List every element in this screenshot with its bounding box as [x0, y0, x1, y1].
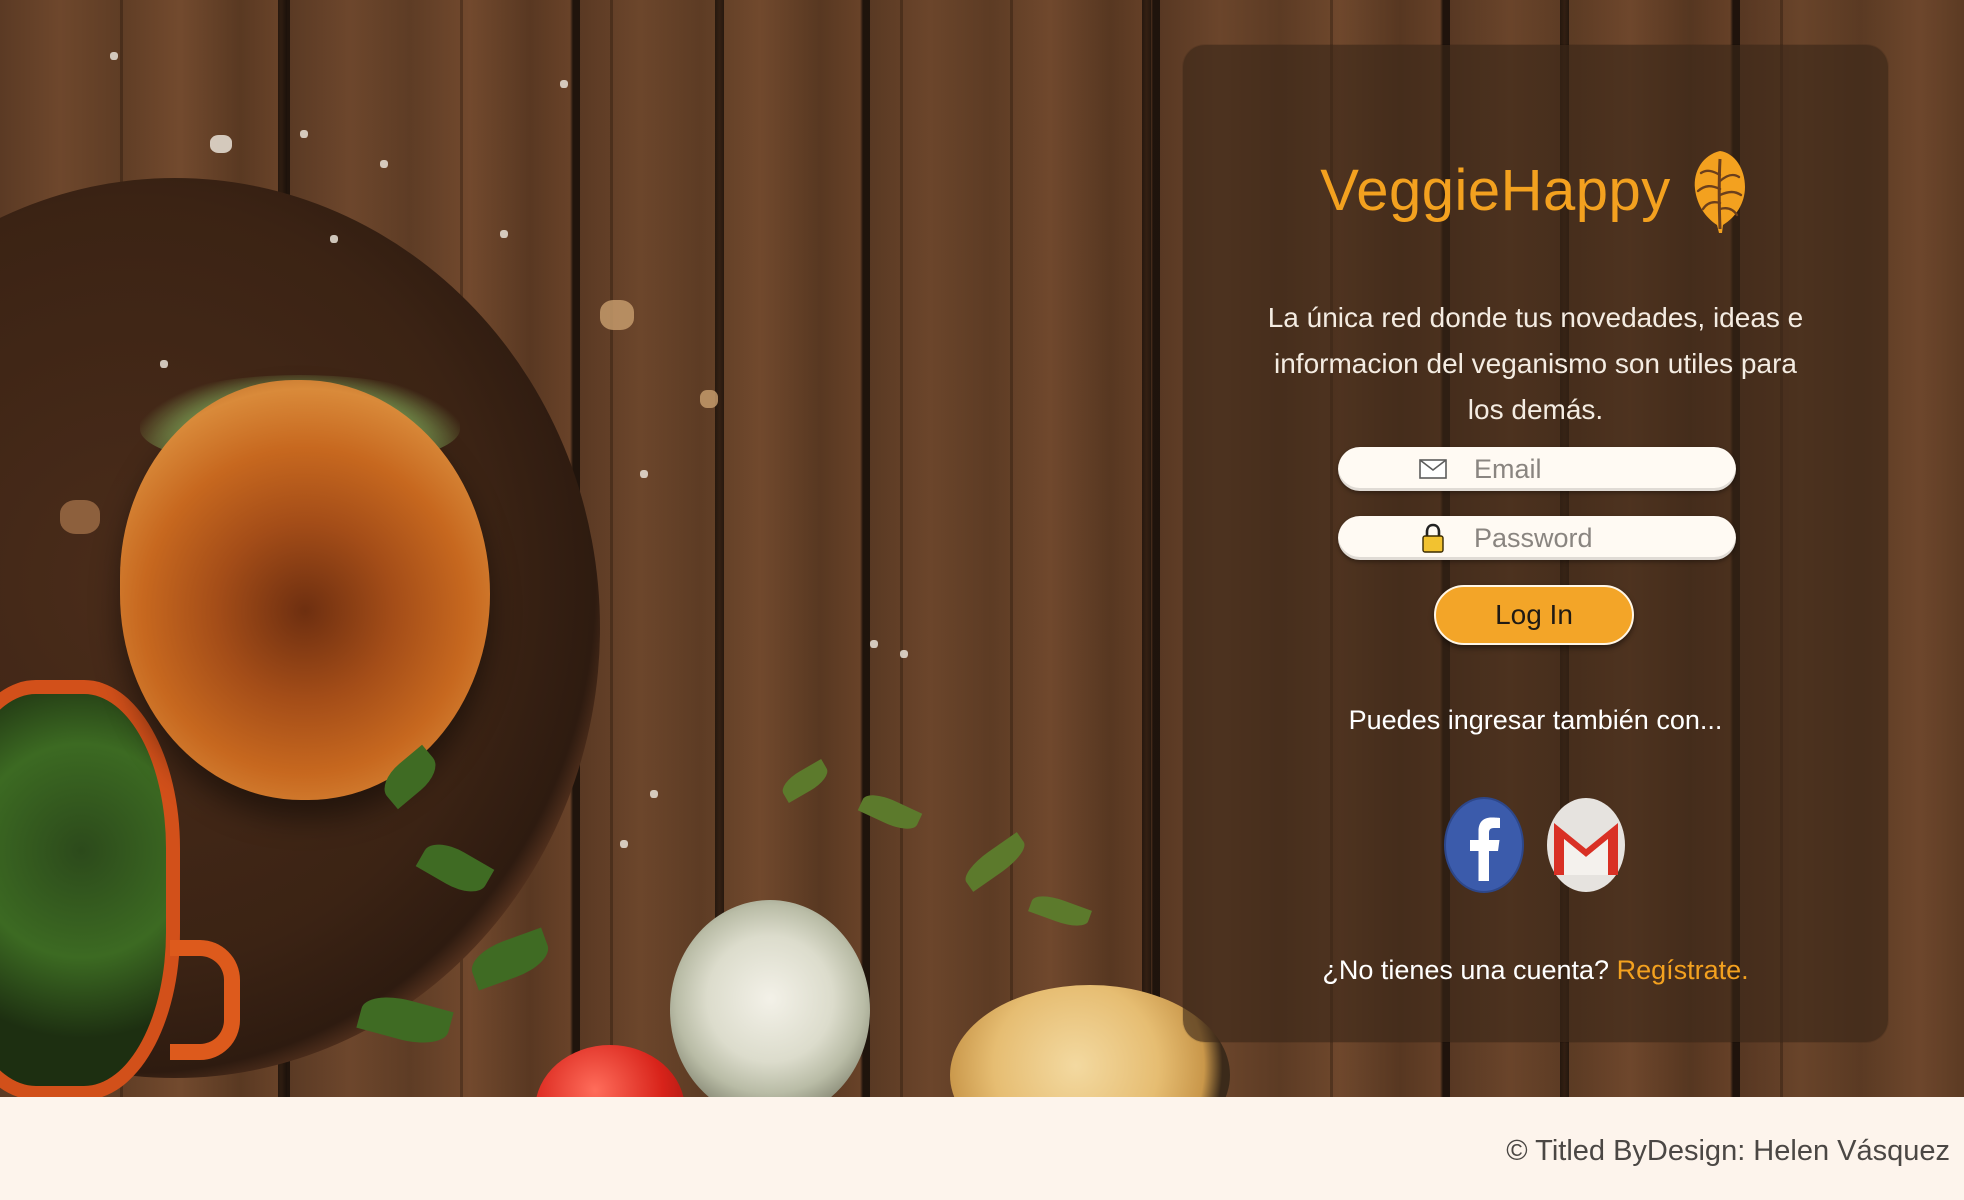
burger-bun — [120, 380, 490, 800]
leaf-icon — [1694, 151, 1745, 233]
password-input[interactable] — [1474, 516, 1724, 560]
footer: © Titled ByDesign: Helen Vásquez — [0, 1097, 1964, 1200]
gmail-login-button[interactable] — [1546, 797, 1626, 893]
pot-handle — [170, 940, 240, 1060]
brand-name: VeggieHappy — [1320, 157, 1671, 223]
tagline: La única red donde tus novedades, ideas … — [1267, 302, 1804, 425]
login-panel: VeggieHappy La única red donde tus noved… — [1183, 45, 1888, 1042]
login-button[interactable]: Log In — [1434, 585, 1634, 645]
facebook-login-button[interactable] — [1444, 797, 1524, 893]
email-field[interactable] — [1338, 447, 1736, 491]
footer-credit: © Titled ByDesign: Helen Vásquez — [1506, 1135, 1950, 1167]
tomato — [535, 1045, 685, 1097]
signup-question: ¿No tienes una cuenta? — [1322, 955, 1610, 985]
signup-row: ¿No tienes una cuenta? Regístrate. — [1183, 955, 1888, 986]
signup-link[interactable]: Regístrate. — [1617, 955, 1749, 985]
wood-plank-seam — [1142, 0, 1151, 1097]
lock-icon — [1418, 523, 1448, 553]
salad-pot — [0, 680, 180, 1097]
gmail-icon — [1547, 798, 1625, 892]
envelope-icon — [1418, 456, 1448, 482]
email-input[interactable] — [1474, 447, 1724, 491]
yogurt-bowl — [670, 900, 870, 1097]
password-field[interactable] — [1338, 516, 1736, 560]
facebook-icon — [1444, 797, 1524, 893]
brand-header: VeggieHappy — [1183, 145, 1888, 235]
social-login-prompt: Puedes ingresar también con... — [1348, 705, 1723, 735]
